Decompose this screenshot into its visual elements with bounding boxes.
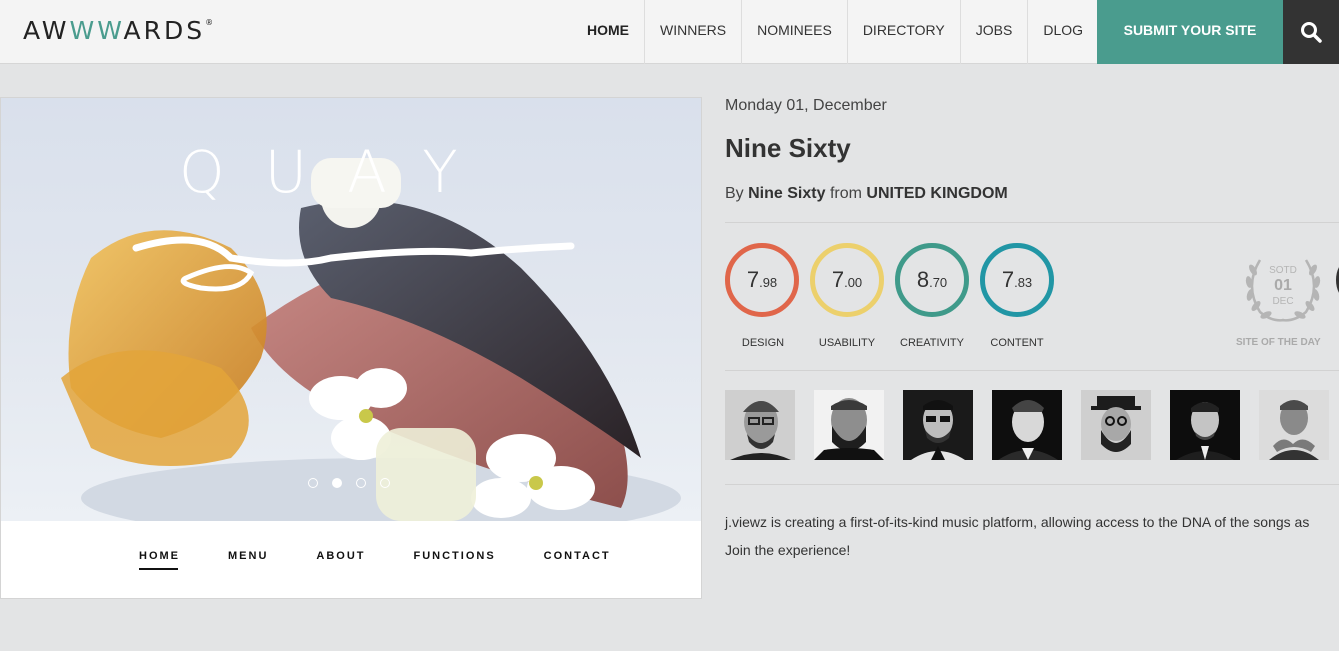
nav-winners[interactable]: WINNERS: [644, 0, 741, 64]
score-label-design: DESIGN: [741, 337, 785, 349]
author-link[interactable]: Nine Sixty: [748, 185, 825, 202]
preview-nav-menu[interactable]: MENU: [228, 550, 268, 562]
divider: [725, 370, 1339, 371]
slider-dot[interactable]: [308, 478, 318, 488]
site-preview[interactable]: QUAY HOME MENU ABOUT FUNCTIONS CONTACT: [0, 97, 702, 599]
nav-nominees[interactable]: NOMINEES: [741, 0, 847, 64]
sotd-label: SITE OF THE DAY: [1236, 337, 1321, 348]
hero-logo-text: QUAY: [179, 138, 498, 206]
jury-avatar[interactable]: [903, 390, 973, 460]
preview-nav-about[interactable]: ABOUT: [316, 550, 365, 562]
nav-jobs[interactable]: JOBS: [959, 0, 1028, 64]
main-nav: HOME WINNERS NOMINEES DIRECTORY JOBS DLO…: [572, 0, 1098, 64]
sotd-month: DEC: [1272, 296, 1293, 307]
jury-avatar[interactable]: [1259, 390, 1329, 460]
score-label-creativity: CREATIVITY: [900, 337, 964, 349]
slider-dot[interactable]: [356, 478, 366, 488]
site-description: j.viewz is creating a first-of-its-kind …: [725, 514, 1310, 558]
country-link[interactable]: UNITED KINGDOM: [866, 185, 1007, 202]
divider: [725, 484, 1339, 485]
divider: [725, 222, 1339, 223]
sotd-top-text: SOTD: [1269, 265, 1297, 276]
score-content: 7.83: [980, 243, 1054, 317]
jury-avatar[interactable]: [1081, 390, 1151, 460]
nav-directory[interactable]: DIRECTORY: [846, 0, 960, 64]
preview-site-nav: HOME MENU ABOUT FUNCTIONS CONTACT: [139, 550, 659, 570]
preview-nav-contact[interactable]: CONTACT: [544, 550, 611, 562]
hero-image: QUAY: [1, 98, 701, 521]
score-design: 7.98: [725, 243, 799, 317]
jury-avatar[interactable]: [814, 390, 884, 460]
award-date: Monday 01, December: [725, 97, 887, 114]
score-usability: 7.00: [810, 243, 884, 317]
slider-dots: [308, 478, 390, 488]
jury-avatar[interactable]: [725, 390, 795, 460]
preview-nav-home[interactable]: HOME: [139, 550, 180, 570]
byline: By Nine Sixty from UNITED KINGDOM: [725, 185, 1008, 202]
score-label-usability: USABILITY: [818, 337, 876, 349]
submit-site-button[interactable]: SUBMIT YOUR SITE: [1097, 0, 1283, 64]
jury-avatar[interactable]: [992, 390, 1062, 460]
sotd-laurel-badge: SOTD 01 DEC: [1245, 259, 1321, 322]
preview-nav-functions[interactable]: FUNCTIONS: [414, 550, 496, 562]
sotd-day: 01: [1274, 277, 1292, 294]
score-creativity: 8.70: [895, 243, 969, 317]
site-title[interactable]: Nine Sixty: [725, 133, 851, 164]
awwwards-logo[interactable]: AWWWARDS®: [23, 16, 213, 45]
score-label-content: CONTENT: [990, 337, 1044, 349]
nav-dlog[interactable]: DLOG: [1027, 0, 1098, 64]
slider-dot-active[interactable]: [332, 478, 342, 488]
site-header: AWWWARDS® HOME WINNERS NOMINEES DIRECTOR…: [0, 0, 1339, 64]
nav-home[interactable]: HOME: [572, 0, 644, 64]
search-button[interactable]: [1283, 0, 1339, 64]
slider-dot[interactable]: [380, 478, 390, 488]
jury-avatar[interactable]: [1170, 390, 1240, 460]
search-icon: [1301, 22, 1322, 43]
